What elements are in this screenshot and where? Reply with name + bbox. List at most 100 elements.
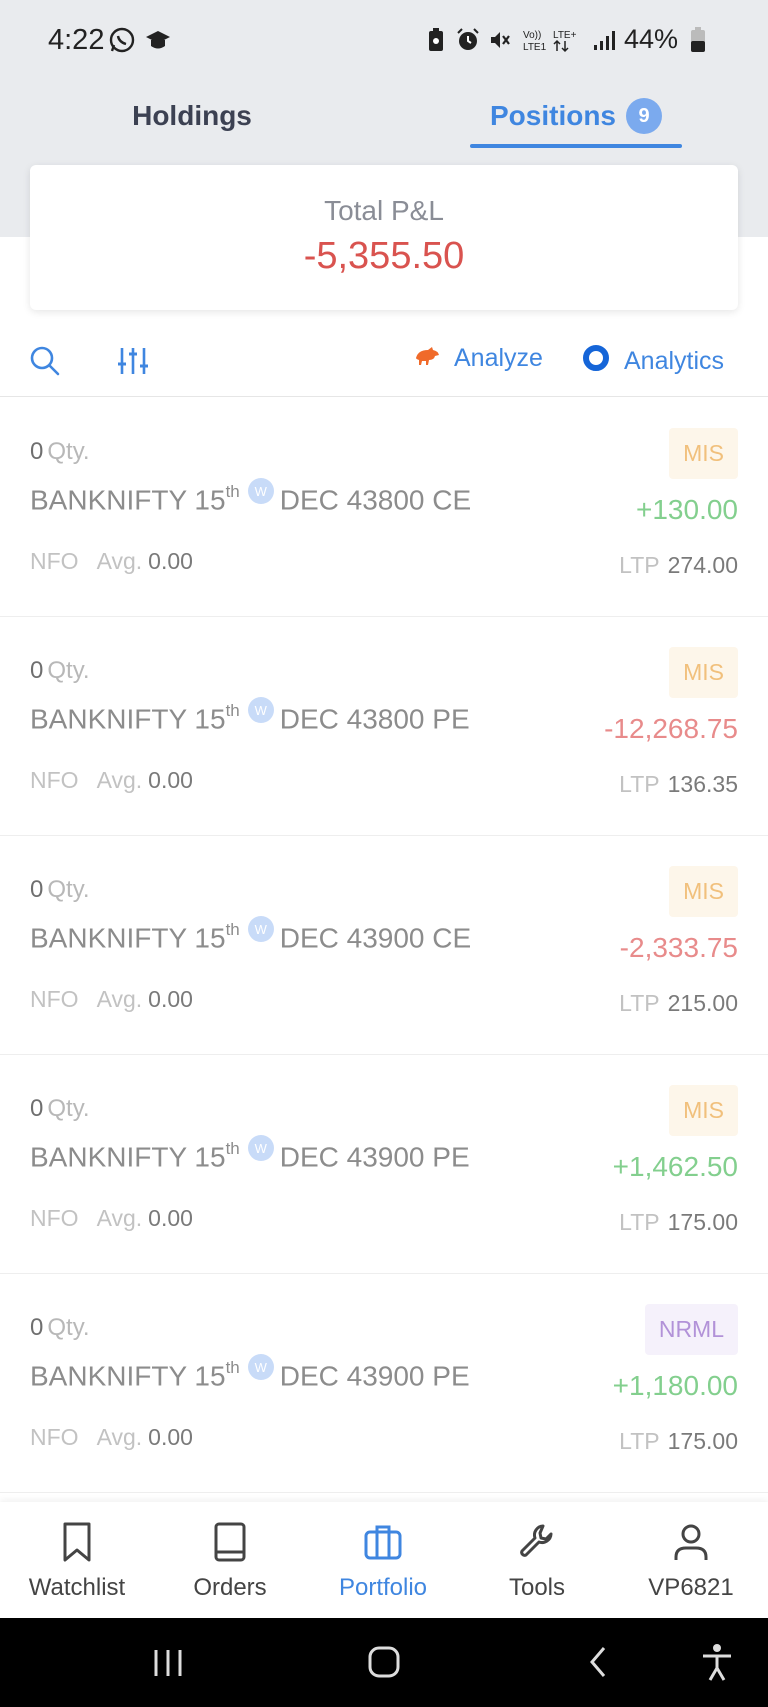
- avg-label: Avg.: [96, 986, 143, 1012]
- wrench-icon: [520, 1524, 553, 1557]
- position-row[interactable]: 0 Qty. BANKNIFTY 15th W DEC 43900 PE NFO Avg…: [0, 1274, 768, 1493]
- battery-saver-icon: [424, 27, 448, 53]
- analytics-button[interactable]: Analytics: [582, 344, 724, 379]
- exchange: NFO: [30, 1424, 79, 1450]
- symbol-rest: DEC 43900 PE: [279, 1141, 470, 1173]
- nav-portfolio[interactable]: Portfolio: [306, 1502, 460, 1618]
- ltp-label: LTP: [619, 552, 660, 578]
- recents-icon[interactable]: [152, 1642, 184, 1687]
- analytics-label: Analytics: [624, 347, 725, 375]
- weekly-expiry-badge: W: [247, 697, 274, 723]
- position-ltp: LTP 274.00: [619, 552, 738, 579]
- position-meta: NFO Avg. 0.00: [30, 548, 193, 575]
- mute-icon: [488, 27, 512, 53]
- analyze-label: Analyze: [454, 344, 543, 372]
- symbol-rest: DEC 43900 CE: [279, 922, 472, 954]
- avg-label: Avg.: [96, 548, 143, 574]
- position-pnl: +130.00: [636, 494, 738, 525]
- alarm-icon: [456, 27, 480, 53]
- product-badge: NRML: [644, 1304, 738, 1355]
- avg-value: 0.00: [148, 767, 193, 793]
- signal-icon: [592, 27, 616, 53]
- symbol-main: BANKNIFTY 15: [30, 703, 226, 735]
- total-pnl-label: Total P&L: [324, 195, 444, 226]
- product-badge: MIS: [669, 1085, 738, 1136]
- svg-text:LTE+: LTE+: [553, 30, 577, 41]
- avg-label: Avg.: [96, 1205, 143, 1231]
- position-row[interactable]: 0 Qty. BANKNIFTY 15th W DEC 43900 CE NFO Avg…: [0, 836, 768, 1055]
- position-symbol: BANKNIFTY 15th W DEC 43800 PE: [30, 697, 470, 735]
- product-badge: MIS: [669, 647, 738, 698]
- position-row[interactable]: 0 Qty. BANKNIFTY 15th W DEC 43900 PE NFO Avg…: [0, 1055, 768, 1274]
- position-symbol: BANKNIFTY 15th W DEC 43900 PE: [30, 1354, 470, 1392]
- position-meta: NFO Avg. 0.00: [30, 1424, 193, 1451]
- home-icon[interactable]: [366, 1642, 402, 1687]
- status-right-icons: Vo)) LTE1 LTE+ 44%: [424, 24, 710, 55]
- qty-label: Qty.: [47, 876, 90, 903]
- ltp-value: 175.00: [667, 1428, 738, 1454]
- tab-holdings[interactable]: Holdings: [80, 84, 304, 148]
- nav-portfolio-label: Portfolio: [338, 1574, 428, 1601]
- total-pnl-card: Total P&L -5,355.50: [30, 165, 738, 310]
- total-pnl-value: -5,355.50: [303, 235, 465, 277]
- position-ltp: LTP 215.00: [619, 990, 738, 1017]
- qty-value: 0: [30, 1095, 44, 1122]
- position-qty: 0 Qty.: [30, 657, 90, 685]
- symbol-sup: th: [225, 1139, 240, 1158]
- position-symbol: BANKNIFTY 15th W DEC 43800 CE: [30, 478, 472, 516]
- exchange: NFO: [30, 1205, 79, 1231]
- position-row[interactable]: 0 Qty. BANKNIFTY 15th W DEC 43800 PE NFO Avg…: [0, 617, 768, 836]
- position-qty: 0 Qty.: [30, 1314, 90, 1342]
- filter-sliders-icon[interactable]: [116, 344, 150, 378]
- position-qty: 0 Qty.: [30, 876, 90, 904]
- position-pnl: +1,180.00: [612, 1370, 738, 1401]
- graduation-cap-icon: [144, 26, 172, 59]
- symbol-main: BANKNIFTY 15: [30, 1360, 226, 1392]
- position-ltp: LTP 175.00: [619, 1209, 738, 1236]
- book-icon: [214, 1522, 246, 1562]
- position-ltp: LTP 136.35: [619, 771, 738, 798]
- analyze-button[interactable]: Analyze: [414, 344, 543, 373]
- symbol-main: BANKNIFTY 15: [30, 484, 226, 516]
- nav-orders[interactable]: Orders: [153, 1502, 307, 1618]
- back-icon[interactable]: [584, 1642, 612, 1687]
- bottom-navigation: Watchlist Orders Portfolio Tools VP6821: [0, 1502, 768, 1618]
- position-pnl: -12,268.75: [604, 713, 738, 744]
- nav-account[interactable]: VP6821: [614, 1502, 768, 1618]
- sensibull-bull-icon: [414, 344, 440, 373]
- weekly-expiry-badge: W: [247, 916, 274, 942]
- avg-value: 0.00: [148, 986, 193, 1012]
- position-ltp: LTP 175.00: [619, 1428, 738, 1455]
- weekly-expiry-badge: W: [247, 1135, 274, 1161]
- position-qty: 0 Qty.: [30, 1095, 90, 1123]
- avg-label: Avg.: [96, 1424, 143, 1450]
- battery-icon: [686, 26, 710, 53]
- weekly-expiry-badge: W: [247, 478, 274, 504]
- ltp-value: 274.00: [667, 552, 738, 578]
- position-row[interactable]: 0 Qty. BANKNIFTY 15th W DEC 43800 CE NFO Avg…: [0, 398, 768, 617]
- nav-watchlist[interactable]: Watchlist: [0, 1502, 154, 1618]
- nav-watchlist-label: Watchlist: [28, 1574, 126, 1601]
- ltp-label: LTP: [619, 990, 660, 1016]
- svg-text:Vo)): Vo)): [523, 30, 541, 41]
- ltp-value: 175.00: [667, 1209, 738, 1235]
- nav-tools[interactable]: Tools: [460, 1502, 614, 1618]
- ltp-label: LTP: [619, 771, 660, 797]
- system-navigation-bar: [0, 1618, 768, 1707]
- tab-positions[interactable]: Positions 9: [470, 84, 682, 148]
- weekly-expiry-badge: W: [247, 1354, 274, 1380]
- position-symbol: BANKNIFTY 15th W DEC 43900 PE: [30, 1135, 470, 1173]
- symbol-sup: th: [225, 1358, 240, 1377]
- svg-text:LTE1: LTE1: [523, 42, 547, 53]
- symbol-main: BANKNIFTY 15: [30, 1141, 226, 1173]
- exchange: NFO: [30, 548, 79, 574]
- nav-tools-label: Tools: [508, 1574, 566, 1601]
- position-meta: NFO Avg. 0.00: [30, 986, 193, 1013]
- ltp-value: 136.35: [667, 771, 738, 797]
- qty-label: Qty.: [47, 1314, 90, 1341]
- position-meta: NFO Avg. 0.00: [30, 1205, 193, 1232]
- accessibility-icon[interactable]: [700, 1642, 734, 1687]
- briefcase-icon: [364, 1525, 402, 1560]
- search-icon[interactable]: [28, 344, 62, 378]
- symbol-rest: DEC 43800 CE: [279, 484, 472, 516]
